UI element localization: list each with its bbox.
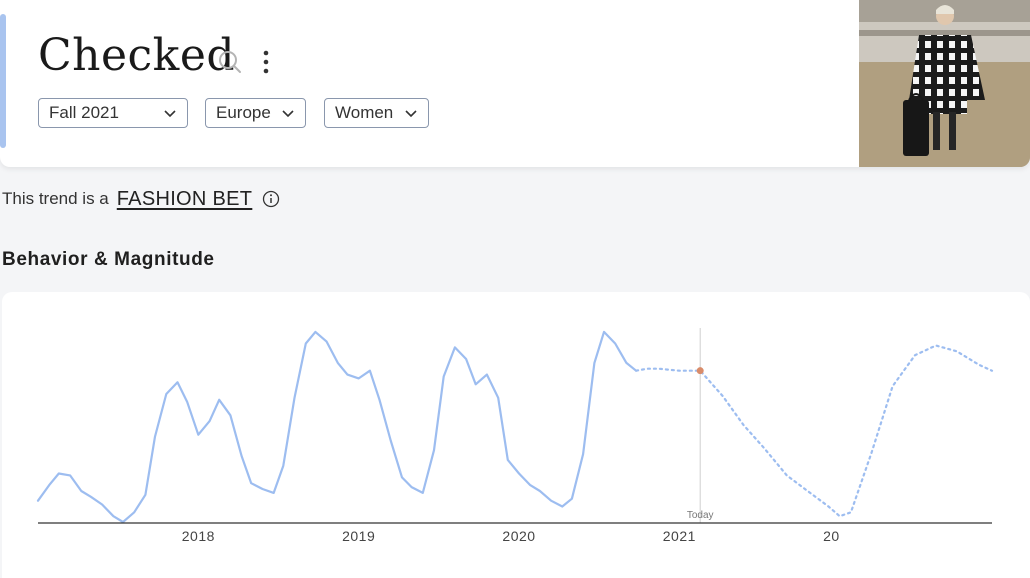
chevron-down-icon [282, 110, 294, 118]
chart-plot: Today 2018 2019 2020 2021 20 [36, 328, 994, 544]
series-line-solid [36, 330, 638, 524]
section-title: Behavior & Magnitude [2, 249, 215, 270]
gender-dropdown-label: Women [335, 103, 394, 122]
season-dropdown[interactable]: Fall 2021 [38, 98, 188, 128]
page-title: Checked [38, 30, 236, 81]
x-tick-label: 2020 [502, 528, 535, 544]
x-tick-label: 2019 [342, 528, 375, 544]
accent-bar [0, 14, 6, 148]
x-tick-label: 2021 [663, 528, 696, 544]
region-dropdown[interactable]: Europe [205, 98, 306, 128]
search-icon[interactable] [218, 50, 242, 74]
chevron-down-icon [164, 110, 176, 118]
info-icon[interactable] [262, 190, 280, 208]
today-marker [696, 367, 704, 375]
trend-status-prefix: This trend is a [2, 189, 109, 208]
chevron-down-icon [405, 110, 417, 118]
region-dropdown-label: Europe [216, 103, 271, 122]
today-label: Today [687, 510, 714, 521]
series-line-dashed [635, 344, 994, 518]
trend-category-link[interactable]: FASHION BET [117, 188, 253, 211]
trend-header-card: Checked Fall 2021 Europe Women [0, 0, 1030, 167]
x-tick-label: 2018 [182, 528, 215, 544]
x-tick-label: 20 [823, 528, 840, 544]
trend-photo [859, 0, 1030, 167]
trend-status: This trend is a FASHION BET [2, 186, 280, 212]
more-vertical-icon[interactable] [256, 48, 276, 76]
behavior-magnitude-chart: Today 2018 2019 2020 2021 20 [2, 292, 1030, 578]
gender-dropdown[interactable]: Women [324, 98, 429, 128]
season-dropdown-label: Fall 2021 [49, 103, 119, 122]
